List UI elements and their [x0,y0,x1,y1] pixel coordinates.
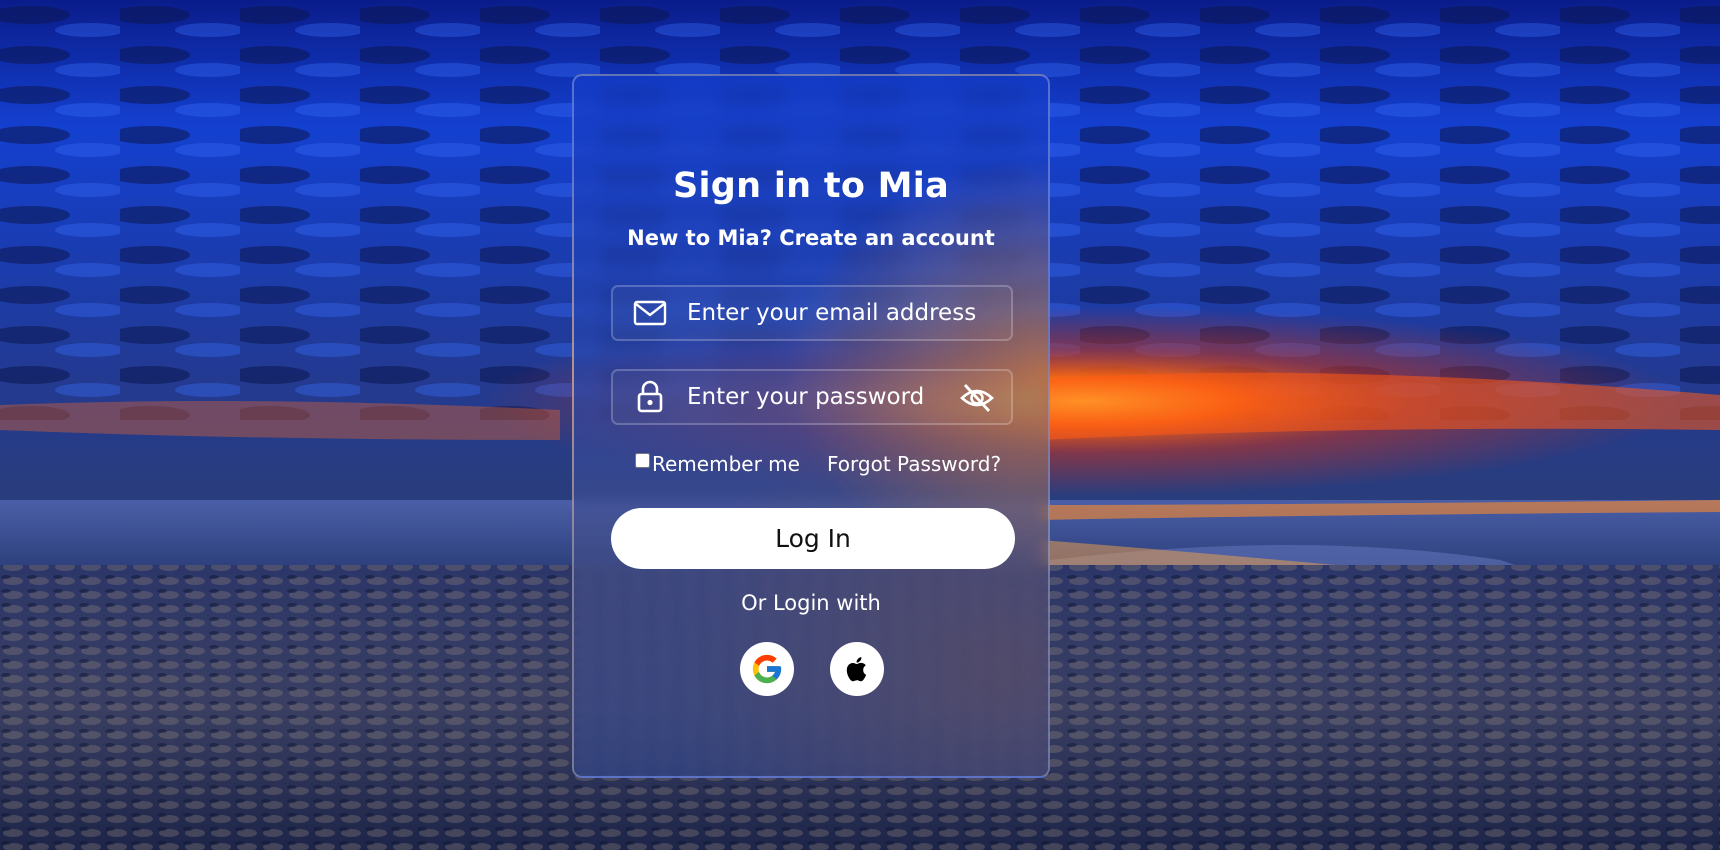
google-icon [752,654,782,684]
login-button[interactable]: Log In [611,508,1015,569]
remember-me[interactable]: Remember me [635,452,800,476]
google-login-button[interactable] [740,642,794,696]
apple-login-button[interactable] [830,642,884,696]
create-account-link[interactable]: New to Mia? Create an account [574,226,1048,250]
email-input[interactable] [687,295,987,331]
login-screen: Sign in to Mia New to Mia? Create an acc… [0,0,1720,850]
or-login-with: Or Login with [741,591,881,615]
mail-icon [633,300,667,326]
lock-icon [637,380,663,413]
forgot-password-link[interactable]: Forgot Password? [827,452,1001,476]
page-title: Sign in to Mia [672,166,950,206]
create-account-text[interactable]: New to Mia? Create an account [627,226,995,250]
email-field [611,285,1013,341]
remember-checkbox[interactable] [635,452,650,468]
password-field [611,369,1013,425]
options-row: Remember me Forgot Password? [635,452,1015,482]
apple-icon [846,657,867,682]
password-input[interactable] [687,379,937,415]
eye-off-icon[interactable] [959,381,995,415]
login-card: Sign in to Mia New to Mia? Create an acc… [572,74,1050,778]
remember-label: Remember me [652,452,800,476]
